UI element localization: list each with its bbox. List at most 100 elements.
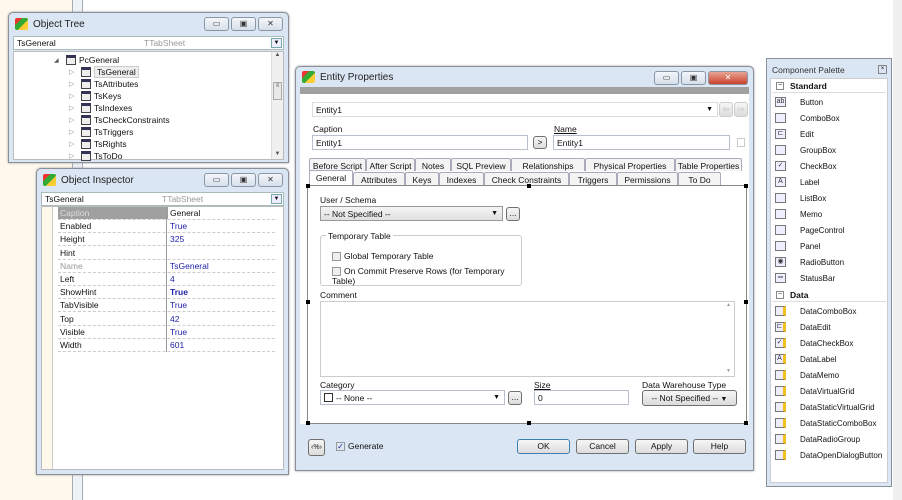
tab-to-do[interactable]: To Do <box>678 172 721 185</box>
selection-handle[interactable] <box>744 421 748 425</box>
property-value[interactable]: 4 <box>170 274 175 284</box>
user-schema-browse-button[interactable]: ... <box>506 207 520 221</box>
tab-general[interactable]: General <box>309 170 353 185</box>
palette-section-data[interactable]: − Data <box>772 288 886 302</box>
property-value[interactable]: 325 <box>170 234 184 244</box>
selection-handle[interactable] <box>306 421 310 425</box>
tree-node-root[interactable]: ◢ PcGeneral <box>54 54 119 66</box>
expand-arrow-icon[interactable]: ▷ <box>69 92 81 100</box>
generate-checkbox[interactable]: ✓ Generate <box>336 441 383 452</box>
palette-item-datacombobox[interactable]: DataComboBox <box>775 303 856 319</box>
tab-triggers[interactable]: Triggers <box>569 172 617 185</box>
on-commit-checkbox[interactable]: On Commit Preserve Rows (for Temporary T… <box>332 266 521 286</box>
property-value[interactable]: 42 <box>170 314 179 324</box>
selection-handle[interactable] <box>306 300 310 304</box>
close-button[interactable]: ✕ <box>258 173 283 187</box>
user-schema-select[interactable]: -- Not Specified -- ▼ <box>320 206 503 221</box>
object-inspector-titlebar[interactable]: Object Inspector ▭ ▣ ✕ <box>37 169 288 191</box>
property-value[interactable]: 601 <box>170 340 184 350</box>
category-browse-button[interactable]: ... <box>508 391 522 405</box>
tree-node[interactable]: ▷ TsGeneral <box>69 66 139 78</box>
selection-handle[interactable] <box>744 184 748 188</box>
property-value[interactable]: True <box>170 287 188 297</box>
maximize-button[interactable]: ▣ <box>681 71 706 85</box>
chevron-down-icon[interactable]: ▼ <box>271 38 282 48</box>
tab-table-properties[interactable]: Table Properties <box>675 158 742 171</box>
selection-handle[interactable] <box>527 184 531 188</box>
property-value[interactable]: True <box>170 221 187 231</box>
palette-item-datavirtualgrid[interactable]: DataVirtualGrid <box>775 383 855 399</box>
help-button[interactable]: Help <box>693 439 746 454</box>
close-button[interactable]: ✕ <box>258 17 283 31</box>
entity-select[interactable]: Entity1 ▼ <box>312 102 718 117</box>
palette-item-pagecontrol[interactable]: PageControl <box>775 222 844 238</box>
property-value[interactable]: True <box>170 300 187 310</box>
property-value[interactable]: TsGeneral <box>170 261 209 271</box>
cancel-button[interactable]: Cancel <box>576 439 629 454</box>
tree-scrollbar[interactable]: ▲ ≡ ▼ <box>271 52 283 159</box>
tab-notes[interactable]: Notes <box>415 158 451 171</box>
palette-item-datamemo[interactable]: DataMemo <box>775 367 839 383</box>
palette-item-memo[interactable]: Memo <box>775 206 822 222</box>
palette-item-button[interactable]: ab Button <box>775 94 823 110</box>
object-tree-titlebar[interactable]: Object Tree ▭ ▣ ✕ <box>9 13 288 35</box>
global-temp-checkbox[interactable]: Global Temporary Table <box>332 251 433 262</box>
property-value[interactable]: General <box>170 208 200 218</box>
collapse-icon[interactable]: − <box>776 290 784 299</box>
minimize-button[interactable]: ▭ <box>204 17 229 31</box>
selection-handle[interactable] <box>306 184 310 188</box>
expand-arrow-icon[interactable]: ▷ <box>69 140 81 148</box>
inspector-object-selector[interactable]: TsGeneral TTabSheet ▼ <box>41 192 284 206</box>
maximize-button[interactable]: ▣ <box>231 17 256 31</box>
palette-item-label[interactable]: A Label <box>775 174 820 190</box>
size-input[interactable]: 0 <box>534 390 629 405</box>
palette-item-panel[interactable]: Panel <box>775 238 820 254</box>
ok-button[interactable]: OK <box>517 439 570 454</box>
tab-attributes[interactable]: Attributes <box>353 172 405 185</box>
palette-item-datalabel[interactable]: A DataLabel <box>775 351 836 367</box>
expand-arrow-icon[interactable]: ▷ <box>69 152 81 160</box>
close-icon[interactable]: × <box>878 65 887 74</box>
tree-node[interactable]: ▷ TsAttributes <box>69 78 138 90</box>
tab-after-script[interactable]: After Script <box>366 158 415 171</box>
property-value[interactable]: True <box>170 327 187 337</box>
tab-physical-properties[interactable]: Physical Properties <box>585 158 675 171</box>
category-select[interactable]: -- None -- ▼ <box>320 390 505 405</box>
collapse-icon[interactable]: − <box>776 81 784 90</box>
tree-node[interactable]: ▷ TsRights <box>69 138 127 150</box>
object-selector[interactable]: TsGeneral TTabSheet ▼ <box>13 36 284 50</box>
palette-item-datacheckbox[interactable]: ✓ DataCheckBox <box>775 335 853 351</box>
tab-keys[interactable]: Keys <box>405 172 439 185</box>
tab-indexes[interactable]: Indexes <box>439 172 484 185</box>
palette-item-dataedit[interactable]: ⊏ DataEdit <box>775 319 831 335</box>
palette-item-checkbox[interactable]: ✓ CheckBox <box>775 158 836 174</box>
expand-arrow-icon[interactable]: ▷ <box>69 68 81 76</box>
palette-item-combobox[interactable]: ComboBox <box>775 110 840 126</box>
previous-button[interactable]: ⇦ <box>719 102 733 117</box>
next-button[interactable]: ⇨ <box>734 102 748 117</box>
palette-item-radiobutton[interactable]: ◉ RadioButton <box>775 254 844 270</box>
selection-handle[interactable] <box>527 421 531 425</box>
expand-arrow-icon[interactable]: ▷ <box>69 80 81 88</box>
tab-sql-preview[interactable]: SQL Preview <box>451 158 511 171</box>
palette-section-standard[interactable]: − Standard <box>772 79 886 93</box>
close-button[interactable]: ✕ <box>708 71 748 85</box>
minimize-button[interactable]: ▭ <box>654 71 679 85</box>
tab-permissions[interactable]: Permissions <box>617 172 678 185</box>
caption-input[interactable]: Entity1 <box>312 135 528 150</box>
tree-node[interactable]: ▷ TsIndexes <box>69 102 132 114</box>
comment-textarea[interactable]: ▲ ▼ <box>320 301 735 377</box>
entity-titlebar[interactable]: Entity Properties ▭ ▣ ✕ <box>296 67 753 87</box>
palette-item-groupbox[interactable]: GroupBox <box>775 142 836 158</box>
expand-arrow-icon[interactable]: ▷ <box>69 104 81 112</box>
maximize-button[interactable]: ▣ <box>231 173 256 187</box>
chevron-down-icon[interactable]: ▼ <box>271 194 282 204</box>
palette-item-edit[interactable]: ⊏ Edit <box>775 126 814 142</box>
tree-node[interactable]: ▷ TsToDo <box>69 150 122 162</box>
palette-item-statusbar[interactable]: ═ StatusBar <box>775 270 835 286</box>
expand-arrow-icon[interactable]: ◢ <box>54 57 66 64</box>
palette-item-dataradiogroup[interactable]: DataRadioGroup <box>775 431 860 447</box>
expand-arrow-icon[interactable]: ▷ <box>69 116 81 124</box>
name-options-icon[interactable] <box>737 138 745 147</box>
dw-type-select[interactable]: -- Not Specified -- ▼ <box>642 390 737 406</box>
